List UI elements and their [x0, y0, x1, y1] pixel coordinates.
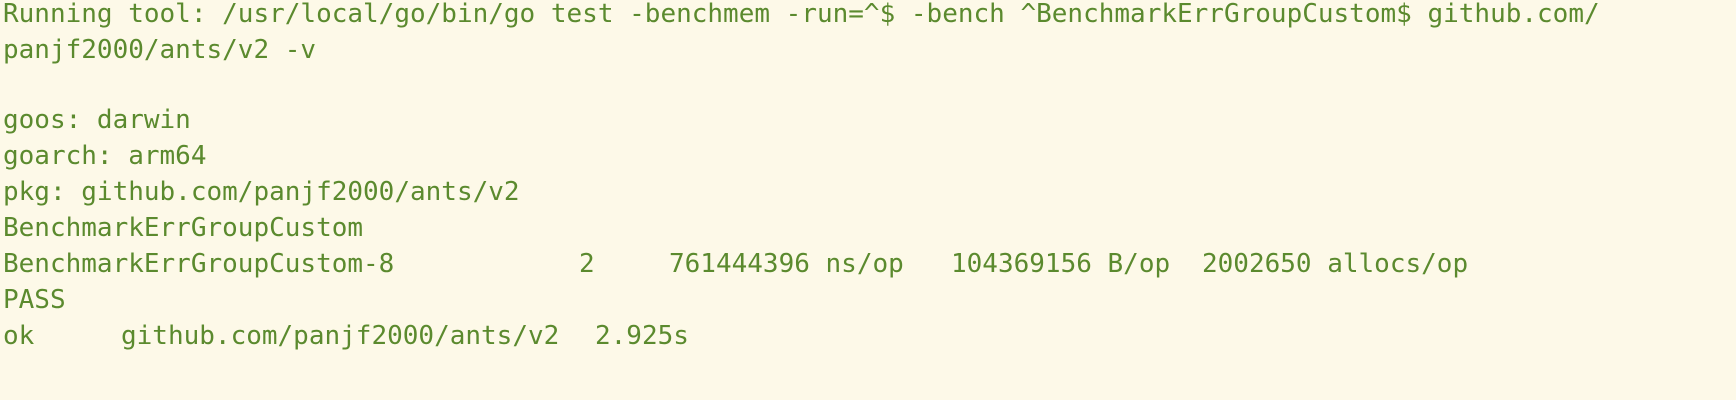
pkg-line: pkg: github.com/panjf2000/ants/v2	[3, 177, 520, 207]
summary-row: ok github.com/panjf2000/ants/v2 2.925s	[3, 316, 1003, 356]
benchmark-bytes-per-op: 104369156 B/op	[951, 249, 1171, 279]
goos-line: goos: darwin	[3, 105, 191, 135]
summary-result: ok	[3, 321, 35, 351]
test-output-panel: Running tool: /usr/local/go/bin/go test …	[0, 0, 1736, 400]
benchmark-iterations: 2	[579, 249, 595, 279]
summary-duration: 2.925s	[595, 321, 689, 351]
benchmark-result-name: BenchmarkErrGroupCustom-8	[3, 249, 395, 279]
goarch-line: goarch: arm64	[3, 141, 207, 171]
command-line-continued: panjf2000/ants/v2 -v	[3, 35, 317, 65]
command-line: Running tool: /usr/local/go/bin/go test …	[3, 0, 1600, 29]
benchmark-result-row: BenchmarkErrGroupCustom-8 2 761444396 ns…	[3, 244, 1703, 284]
benchmark-ns-per-op: 761444396 ns/op	[669, 249, 904, 279]
status-line: PASS	[3, 285, 66, 315]
benchmark-allocs-per-op: 2002650 allocs/op	[1202, 249, 1469, 279]
summary-package: github.com/panjf2000/ants/v2	[121, 321, 560, 351]
benchmark-name-line: BenchmarkErrGroupCustom	[3, 213, 364, 243]
